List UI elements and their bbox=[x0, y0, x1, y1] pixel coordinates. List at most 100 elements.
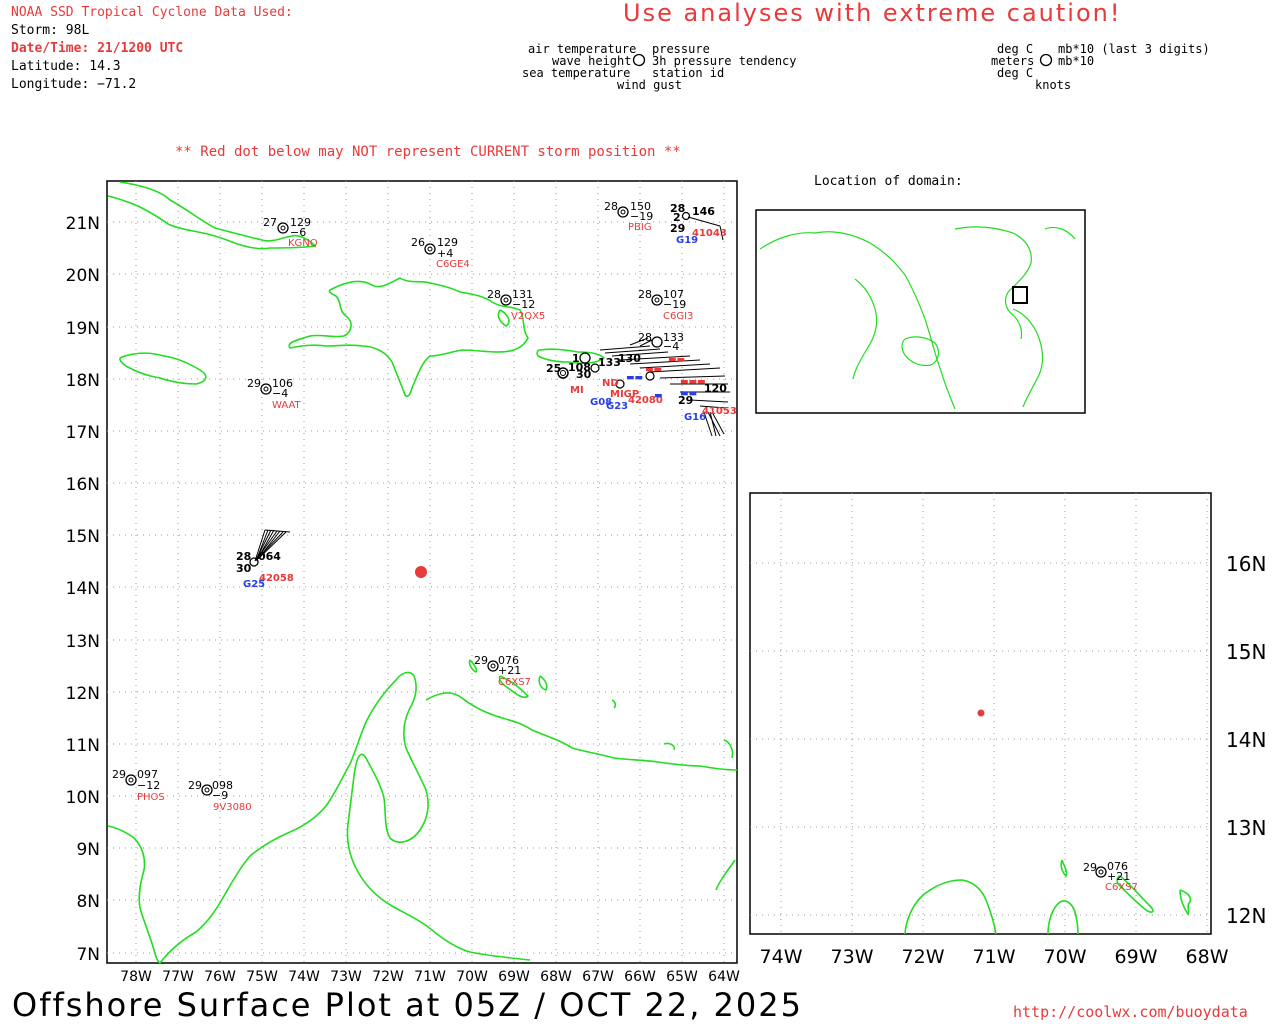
cluster-r4: 41053 bbox=[702, 406, 737, 417]
legend-station-circle-icon bbox=[632, 53, 646, 67]
41043-gust: G19 bbox=[676, 235, 698, 246]
lon-label-77w: 77W bbox=[162, 969, 194, 985]
lon-label-78w: 78W bbox=[120, 969, 152, 985]
lat-label-8n: 8N bbox=[76, 892, 100, 912]
phos-tend: −12 bbox=[137, 779, 160, 792]
kgnq-temp: 27 bbox=[263, 216, 277, 229]
c6xs7-id: C6XS7 bbox=[498, 677, 531, 688]
legend-wind-gust: wind gust bbox=[617, 78, 683, 92]
cluster-top-temp: 28 bbox=[638, 331, 652, 344]
caution-banner: Use analyses with extreme caution! bbox=[623, 0, 1122, 27]
lon-label-65w: 65W bbox=[666, 969, 698, 985]
zoom-lon-69w: 69W bbox=[1115, 946, 1158, 968]
svg-text:▬▬: ▬▬ bbox=[668, 355, 685, 365]
c6ge4-temp: 26 bbox=[411, 236, 425, 249]
cluster-v5: 120 bbox=[704, 382, 727, 395]
42058-gust: G25 bbox=[243, 579, 265, 590]
zoom-c6xs7-temp: 29 bbox=[1083, 861, 1097, 874]
zoom-lon-73w: 73W bbox=[831, 946, 874, 968]
lat-label-20n: 20N bbox=[66, 266, 100, 286]
zoom-lat-16n: 16N bbox=[1226, 552, 1266, 576]
zoom-lon-72w: 72W bbox=[902, 946, 945, 968]
storm-longitude: Longitude: −71.2 bbox=[11, 77, 137, 92]
cluster-s1: 30 bbox=[576, 368, 592, 381]
lon-label-64w: 64W bbox=[708, 969, 740, 985]
storm-position-dot bbox=[415, 566, 427, 578]
svg-text:▬▬: ▬▬ bbox=[626, 373, 643, 383]
zoom-lat-15n: 15N bbox=[1226, 640, 1266, 664]
lat-label-10n: 10N bbox=[66, 788, 100, 808]
zoom-map-lon-labels: 74W 73W 72W 71W 70W 69W 68W bbox=[760, 946, 1229, 968]
svg-text:▬▬: ▬▬ bbox=[680, 389, 697, 399]
cluster-id1: MI bbox=[570, 385, 584, 396]
lon-label-73w: 73W bbox=[330, 969, 362, 985]
lon-label-72w: 72W bbox=[372, 969, 404, 985]
cluster-v1: 1 bbox=[572, 352, 580, 365]
lat-label-12n: 12N bbox=[66, 684, 100, 704]
lat-label-21n: 21N bbox=[66, 214, 100, 234]
legend-unit-deg-c-sst: deg C bbox=[997, 66, 1034, 80]
9v3080-id: 9V3080 bbox=[213, 802, 252, 813]
source-url[interactable]: http://coolwx.com/buoydata bbox=[1013, 1003, 1248, 1021]
lon-label-71w: 71W bbox=[414, 969, 446, 985]
lat-label-13n: 13N bbox=[66, 632, 100, 652]
9v3080-temp: 29 bbox=[188, 779, 202, 792]
main-map-lon-labels: 78W 77W 76W 75W 74W 73W 72W 71W 70W 69W … bbox=[120, 969, 740, 985]
kgnq-id: KGNQ bbox=[288, 238, 318, 249]
zoom-lon-71w: 71W bbox=[973, 946, 1016, 968]
cluster-r1: ND bbox=[602, 378, 619, 389]
zoom-c6xs7-id: C6XS7 bbox=[1105, 882, 1138, 893]
lon-label-75w: 75W bbox=[246, 969, 278, 985]
svg-text:▬▬: ▬▬ bbox=[645, 365, 662, 375]
main-map: 27 129 −6 KGNQ 26 129 +4 C6GE4 28 150 −1… bbox=[66, 180, 740, 985]
lat-label-18n: 18N bbox=[66, 371, 100, 391]
c6xs7-temp: 29 bbox=[474, 654, 488, 667]
c6gi3-id: C6GI3 bbox=[663, 311, 693, 322]
phos-temp: 29 bbox=[112, 768, 126, 781]
inset-title: Location of domain: bbox=[814, 174, 963, 189]
lon-label-69w: 69W bbox=[498, 969, 530, 985]
pbig-id: PBIG bbox=[628, 222, 652, 233]
zoom-lat-14n: 14N bbox=[1226, 728, 1266, 752]
waat-tend: −4 bbox=[272, 387, 288, 400]
lon-label-68w: 68W bbox=[540, 969, 572, 985]
storm-name: Storm: 98L bbox=[11, 23, 90, 38]
c6gi3-temp: 28 bbox=[638, 288, 652, 301]
lon-label-70w: 70W bbox=[456, 969, 488, 985]
41043-sst: 29 bbox=[670, 222, 685, 235]
legend-unit-knots: knots bbox=[1035, 78, 1072, 92]
c6gi3-tend: −19 bbox=[663, 298, 686, 311]
cluster-g2: G23 bbox=[606, 401, 628, 412]
legend-unit-circle-icon bbox=[1039, 53, 1053, 67]
inset-world-map bbox=[755, 209, 1086, 414]
lat-label-17n: 17N bbox=[66, 423, 100, 443]
lon-label-67w: 67W bbox=[582, 969, 614, 985]
lat-label-16n: 16N bbox=[66, 475, 100, 495]
lat-label-19n: 19N bbox=[66, 319, 100, 339]
v2qx5-temp: 28 bbox=[487, 288, 501, 301]
cluster-top-tend: −4 bbox=[663, 340, 679, 353]
cluster-v3: 130 bbox=[618, 352, 641, 365]
lat-label-7n: 7N bbox=[76, 945, 100, 965]
v2qx5-id: V2QX5 bbox=[511, 311, 545, 322]
waat-temp: 29 bbox=[247, 377, 261, 390]
9v3080-tend: −9 bbox=[212, 789, 228, 802]
plot-title: Offshore Surface Plot at 05Z / OCT 22, 2… bbox=[12, 986, 803, 1024]
42058-pres: 064 bbox=[258, 550, 281, 563]
legend-sea-temp: sea temperature bbox=[522, 66, 631, 80]
cluster-t1: 25 bbox=[546, 362, 561, 375]
lon-label-66w: 66W bbox=[624, 969, 656, 985]
storm-latitude: Latitude: 14.3 bbox=[11, 59, 121, 74]
zoom-storm-position-dot bbox=[977, 709, 985, 717]
42058-sst: 30 bbox=[236, 562, 252, 575]
zoom-lon-70w: 70W bbox=[1044, 946, 1087, 968]
waat-id: WAAT bbox=[272, 400, 302, 411]
zoom-lon-74w: 74W bbox=[760, 946, 803, 968]
svg-text:▬: ▬ bbox=[654, 391, 663, 401]
c6ge4-id: C6GE4 bbox=[436, 259, 470, 270]
zoom-map: 29 076 +21 C6XS7 16N 15N 14N 13N 12N 74W… bbox=[749, 492, 1266, 968]
zoom-map-lat-labels: 16N 15N 14N 13N 12N bbox=[1226, 552, 1266, 928]
legend-unit-mb-tend: mb*10 bbox=[1058, 54, 1095, 68]
zoom-lat-12n: 12N bbox=[1226, 904, 1266, 928]
pbig-temp: 28 bbox=[604, 200, 618, 213]
